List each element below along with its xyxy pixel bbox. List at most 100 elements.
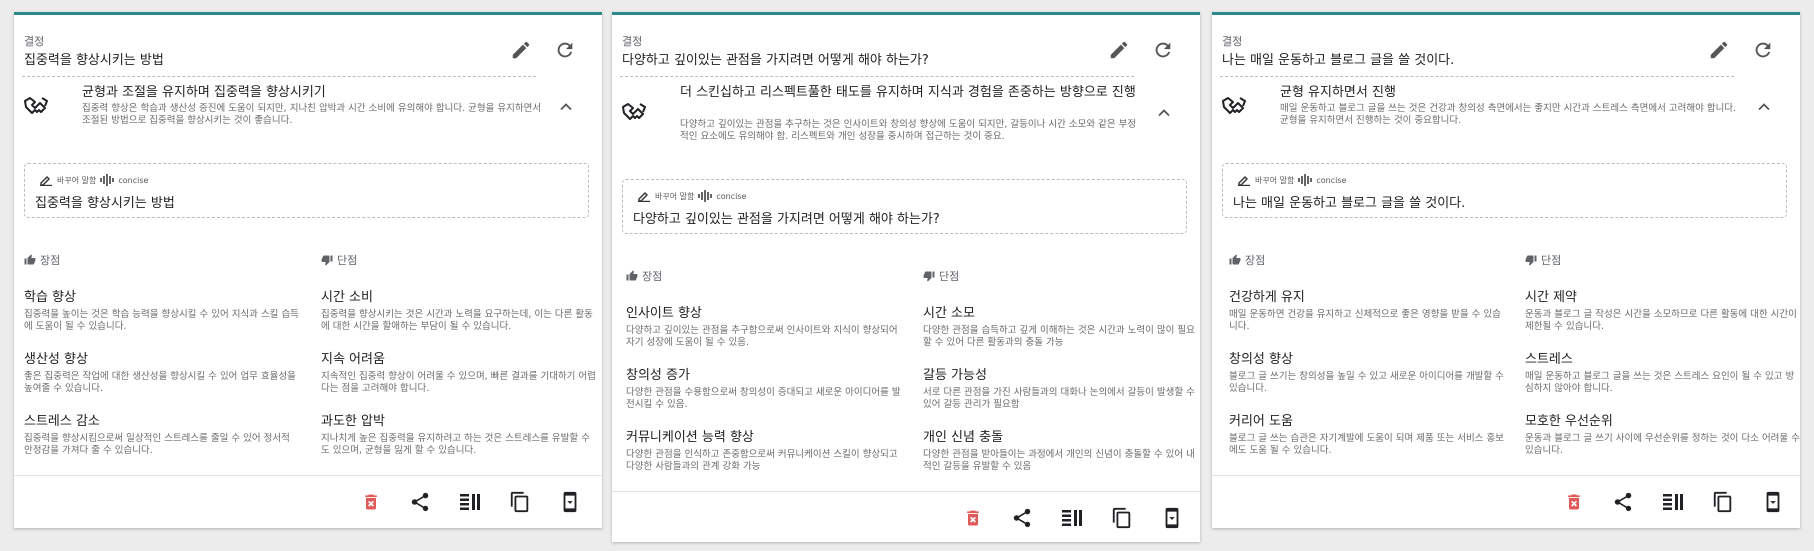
mobile-button[interactable] <box>1760 489 1786 515</box>
waveform-icon <box>1298 174 1313 186</box>
thumb-up-icon <box>626 270 638 281</box>
mobile-button[interactable] <box>557 489 583 515</box>
share-icon <box>1013 508 1031 528</box>
refresh-button[interactable] <box>552 37 578 63</box>
pro-title: 창의성 향상 <box>1229 352 1293 367</box>
refresh-icon <box>557 42 573 58</box>
con-title: 시간 소비 <box>321 290 373 305</box>
refresh-icon <box>1755 42 1771 58</box>
decision-card: 결정 나는 매일 운동하고 블로그 글을 쓸 것이다. 균형 유지하면서 진행 … <box>1212 12 1800 528</box>
con-item: 지속 어려움 지속적인 집중력 향상이 어려울 수 있으며, 빠른 결과를 기대… <box>321 352 596 395</box>
card-header: 결정 나는 매일 운동하고 블로그 글을 쓸 것이다. <box>1212 15 1800 77</box>
pro-item: 생산성 향상 좋은 집중력은 작업에 대한 생산성을 향상시킬 수 있어 업무 … <box>24 352 299 395</box>
con-item: 시간 제약 운동과 블로그 글 작성은 시간을 소모하므로 다른 활동에 대한 … <box>1525 290 1800 333</box>
pros-header: 장점 <box>24 252 60 268</box>
collapse-button[interactable] <box>1154 103 1174 123</box>
decision-section: 균형 유지하면서 진행 매일 운동하고 블로그 글을 쓰는 것은 건강과 창의성… <box>1212 77 1800 147</box>
con-desc: 집중력을 향상시키는 것은 시간과 노력을 요구하는데, 이는 다른 활동에 대… <box>321 309 593 332</box>
pro-desc: 집중력을 향상시킴으로써 일상적인 스트레스를 줄일 수 있어 정서적 안정감을… <box>24 433 290 456</box>
copy-icon <box>1112 507 1131 529</box>
pro-title: 스트레스 감소 <box>24 414 100 429</box>
con-item: 스트레스 매일 운동하고 블로그 글을 쓰는 것은 스트레스 요인이 될 수 있… <box>1525 352 1800 395</box>
rephrase-meta: 바꾸어 말함 concise <box>39 174 148 186</box>
card-toolbar <box>1212 475 1800 525</box>
cons-header: 단점 <box>1525 252 1561 268</box>
rephrase-label: 바꾸어 말함 <box>1255 175 1295 185</box>
con-desc: 운동과 블로그 글 작성은 시간을 소모하므로 다른 활동에 대한 시간이 제한… <box>1525 309 1797 332</box>
columns-button[interactable] <box>457 489 483 515</box>
delete-button[interactable] <box>358 489 384 515</box>
delete-button[interactable] <box>960 505 986 531</box>
pro-desc: 블로그 글 쓰는 습관은 자기계발에 도움이 되며 제품 또는 서비스 홍보에도… <box>1229 433 1504 456</box>
con-title: 과도한 압박 <box>321 414 385 429</box>
rephrase-box[interactable]: 바꾸어 말함 concise 나는 매일 운동하고 블로그 글을 쓸 것이다. <box>1222 163 1787 218</box>
trash-icon <box>1568 494 1580 510</box>
rephrase-box[interactable]: 바꾸어 말함 concise 집중력을 향상시키는 방법 <box>24 163 589 218</box>
pro-item: 창의성 향상 블로그 글 쓰기는 창의성을 높일 수 있고 새로운 아이디어를 … <box>1229 352 1504 395</box>
mobile-button[interactable] <box>1159 505 1185 531</box>
pro-title: 인사이트 향상 <box>626 306 702 321</box>
pros-header: 장점 <box>626 268 662 284</box>
delete-button[interactable] <box>1561 489 1587 515</box>
collapse-button[interactable] <box>556 97 576 117</box>
share-button[interactable] <box>1009 505 1035 531</box>
share-button[interactable] <box>407 489 433 515</box>
refresh-icon <box>1155 42 1171 58</box>
pro-desc: 다양한 관점을 인식하고 존중함으로써 커뮤니케이션 스킬이 향상되고 다양한 … <box>626 449 898 472</box>
con-item: 모호한 우선순위 운동과 블로그 글 쓰기 사이에 우선순위를 정하는 것이 다… <box>1525 414 1800 457</box>
pros-label: 장점 <box>1245 254 1266 267</box>
con-desc: 다양한 관점을 습득하고 깊게 이해하는 것은 시간과 노력이 많이 필요할 수… <box>923 325 1195 348</box>
decision-description: 매일 운동하고 블로그 글을 쓰는 것은 건강과 창의성 측면에서는 좋지만 시… <box>1280 103 1737 126</box>
thumb-up-icon <box>24 254 36 265</box>
edit-button[interactable] <box>1706 37 1732 63</box>
refresh-button[interactable] <box>1750 37 1776 63</box>
pros-label: 장점 <box>642 270 663 283</box>
pro-desc: 다양한 관점을 수용함으로써 창의성이 증대되고 새로운 아이디어를 발전시킬 … <box>626 387 901 410</box>
con-desc: 다양한 관점을 받아들이는 과정에서 개인의 신념이 충돌할 수 있어 내적인 … <box>923 449 1195 472</box>
con-title: 지속 어려움 <box>321 352 385 367</box>
pro-title: 창의성 증가 <box>626 368 690 383</box>
mobile-icon <box>1165 507 1179 529</box>
rephrase-label: 바꾸어 말함 <box>57 175 97 185</box>
rephrase-mode: concise <box>1316 175 1347 185</box>
decision-description: 집중력 향상은 학습과 생산성 증진에 도움이 되지만, 지나친 압박과 시간 … <box>82 103 542 126</box>
mobile-icon <box>1766 491 1780 513</box>
thumb-down-icon <box>321 255 333 266</box>
columns-button[interactable] <box>1059 505 1085 531</box>
con-desc: 지속적인 집중력 향상이 어려울 수 있으며, 빠른 결과를 기대하기 어렵다는… <box>321 371 596 394</box>
card-header: 결정 다양하고 깊이있는 관점을 가지려면 어떻게 해야 하는가? <box>612 15 1200 77</box>
con-item: 시간 소비 집중력을 향상시키는 것은 시간과 노력을 요구하는데, 이는 다른… <box>321 290 596 333</box>
con-title: 개인 신념 충돌 <box>923 430 1004 445</box>
columns-icon <box>1062 510 1082 526</box>
collapse-button[interactable] <box>1754 97 1774 117</box>
edit-button[interactable] <box>508 37 534 63</box>
rephrase-meta: 바꾸어 말함 concise <box>637 190 746 202</box>
refresh-button[interactable] <box>1150 37 1176 63</box>
thumb-down-icon <box>1525 255 1537 266</box>
pro-item: 커뮤니케이션 능력 향상 다양한 관점을 인식하고 존중함으로써 커뮤니케이션 … <box>626 430 901 473</box>
copy-button[interactable] <box>507 489 533 515</box>
pros-label: 장점 <box>40 254 61 267</box>
rephrase-box[interactable]: 바꾸어 말함 concise 다양하고 깊이있는 관점을 가지려면 어떻게 해야… <box>622 179 1187 234</box>
columns-button[interactable] <box>1660 489 1686 515</box>
rephrase-text: 나는 매일 운동하고 블로그 글을 쓸 것이다. <box>1233 196 1466 211</box>
pro-title: 생산성 향상 <box>24 352 88 367</box>
pro-item: 인사이트 향상 다양하고 깊이있는 관점을 추구함으로써 인사이트와 지식이 향… <box>626 306 901 349</box>
cons-label: 단점 <box>1541 254 1562 267</box>
handshake-icon <box>620 98 650 128</box>
pro-item: 커리어 도움 블로그 글 쓰는 습관은 자기계발에 도움이 되며 제품 또는 서… <box>1229 414 1504 457</box>
copy-button[interactable] <box>1109 505 1135 531</box>
edit-button[interactable] <box>1106 37 1132 63</box>
card-header: 결정 집중력을 향상시키는 방법 <box>14 15 602 77</box>
pencil-icon <box>1110 41 1128 59</box>
share-button[interactable] <box>1610 489 1636 515</box>
chevron-up-icon <box>1758 103 1770 111</box>
handshake-icon <box>22 92 52 122</box>
con-desc: 운동과 블로그 글 쓰기 사이에 우선순위를 정하는 것이 다소 어려울 수 있… <box>1525 433 1800 456</box>
con-item: 갈등 가능성 서로 다른 관점을 가진 사람들과의 대화나 논의에서 갈등이 발… <box>923 368 1198 411</box>
pro-item: 창의성 증가 다양한 관점을 수용함으로써 창의성이 증대되고 새로운 아이디어… <box>626 368 901 411</box>
rephrase-icon <box>40 176 52 186</box>
pro-desc: 좋은 집중력은 작업에 대한 생산성을 향상시킬 수 있어 업무 효율성을 높여… <box>24 371 296 394</box>
rephrase-mode: concise <box>716 191 747 201</box>
copy-button[interactable] <box>1710 489 1736 515</box>
